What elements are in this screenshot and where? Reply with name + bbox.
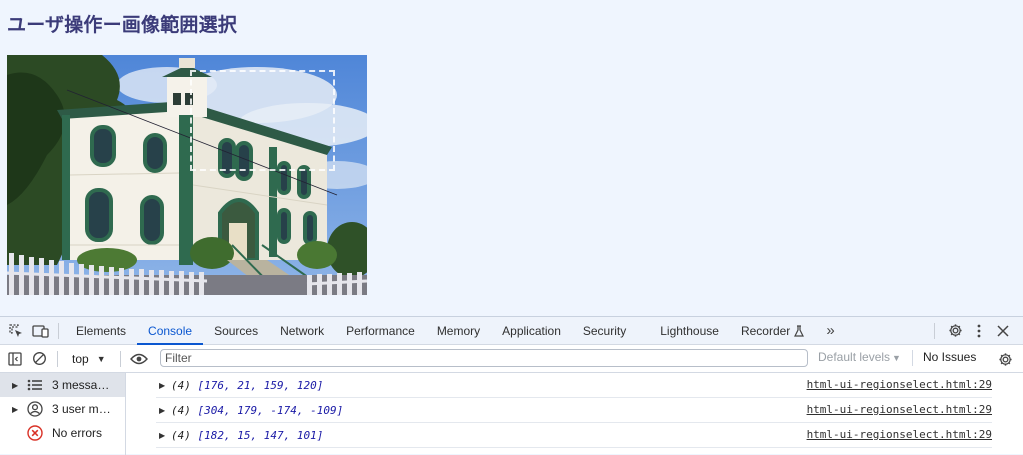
console-toolbar: top ▼ Default levels▼ No Issues (0, 345, 1023, 373)
devtools-panel: Elements Console Sources Network Perform… (0, 316, 1023, 455)
console-sidebar: ▶ 3 messages ▶ 3 user messages ▶ No erro… (0, 373, 126, 455)
tab-console[interactable]: Console (137, 317, 204, 345)
clear-console-icon[interactable] (27, 347, 51, 371)
default-levels-dropdown[interactable]: Default levels ▼ (818, 350, 901, 364)
toolbar-divider (57, 350, 58, 367)
console-log-area: ▶ (4) [176, 21, 159, 120] html-ui-region… (126, 373, 1023, 455)
filter-input[interactable] (160, 349, 808, 367)
console-message-row[interactable]: ▶ (4) [304, 179, -174, -109] html-ui-reg… (156, 398, 992, 423)
device-toolbar-icon[interactable] (28, 319, 52, 343)
list-icon (26, 379, 44, 391)
console-message: (4) [176, 21, 159, 120] (171, 378, 324, 392)
console-message-row[interactable]: ▶ (4) [182, 15, 147, 101] html-ui-region… (156, 423, 992, 448)
caret-down-icon: ▼ (96, 353, 106, 364)
inspect-element-icon[interactable] (4, 319, 28, 343)
selection-rectangle[interactable] (190, 70, 335, 171)
expand-triangle-icon[interactable]: ▶ (12, 405, 22, 414)
caret-down-icon: ▼ (892, 353, 901, 363)
tabbar-divider (934, 322, 935, 339)
tab-security[interactable]: Security (572, 317, 637, 344)
sidebar-item-messages[interactable]: ▶ 3 messages (0, 373, 125, 397)
more-tabs-icon[interactable]: » (815, 317, 845, 344)
expand-triangle-icon[interactable]: ▶ (159, 431, 171, 440)
expand-triangle-icon[interactable]: ▶ (12, 381, 22, 390)
console-message: (4) [182, 15, 147, 101] (171, 428, 324, 442)
tab-application[interactable]: Application (491, 317, 572, 344)
console-message: (4) [304, 179, -174, -109] (171, 403, 344, 417)
tab-recorder[interactable]: Recorder (730, 317, 815, 344)
expand-triangle-icon[interactable]: ▶ (159, 406, 171, 415)
console-settings-gear-icon[interactable] (993, 347, 1017, 371)
more-options-icon[interactable] (967, 319, 991, 343)
error-icon (26, 425, 44, 441)
tab-sources[interactable]: Sources (203, 317, 269, 344)
source-link[interactable]: html-ui-regionselect.html:29 (807, 428, 992, 441)
live-expression-eye-icon[interactable] (127, 347, 151, 371)
flask-icon (794, 324, 805, 337)
issues-button[interactable]: No Issues (912, 350, 976, 366)
context-selector[interactable]: top ▼ (64, 352, 114, 366)
close-icon[interactable] (991, 319, 1015, 343)
console-message-row[interactable]: ▶ (4) [176, 21, 159, 120] html-ui-region… (156, 373, 992, 398)
expand-triangle-icon[interactable]: ▶ (159, 381, 171, 390)
tabbar-actions (926, 317, 1015, 344)
schoolhouse-photo[interactable] (7, 55, 367, 295)
context-label: top (72, 351, 89, 366)
tab-memory[interactable]: Memory (426, 317, 491, 344)
tab-lighthouse[interactable]: Lighthouse (649, 317, 730, 344)
page-title: ユーザ操作ー画像範囲選択 (7, 14, 238, 36)
toolbar-divider (119, 350, 121, 367)
devtools-tabbar: Elements Console Sources Network Perform… (0, 317, 1023, 345)
sidebar-toggle-icon[interactable] (3, 347, 27, 371)
settings-gear-icon[interactable] (943, 319, 967, 343)
tab-elements[interactable]: Elements (65, 317, 137, 344)
console-body: ▶ 3 messages ▶ 3 user messages ▶ No erro… (0, 373, 1023, 455)
sidebar-item-errors[interactable]: ▶ No errors (0, 421, 125, 445)
tabbar-divider (58, 322, 59, 339)
sidebar-item-user-messages[interactable]: ▶ 3 user messages (0, 397, 125, 421)
tab-performance[interactable]: Performance (335, 317, 426, 344)
source-link[interactable]: html-ui-regionselect.html:29 (807, 378, 992, 391)
user-icon (26, 401, 44, 417)
tab-network[interactable]: Network (269, 317, 335, 344)
source-link[interactable]: html-ui-regionselect.html:29 (807, 403, 992, 416)
